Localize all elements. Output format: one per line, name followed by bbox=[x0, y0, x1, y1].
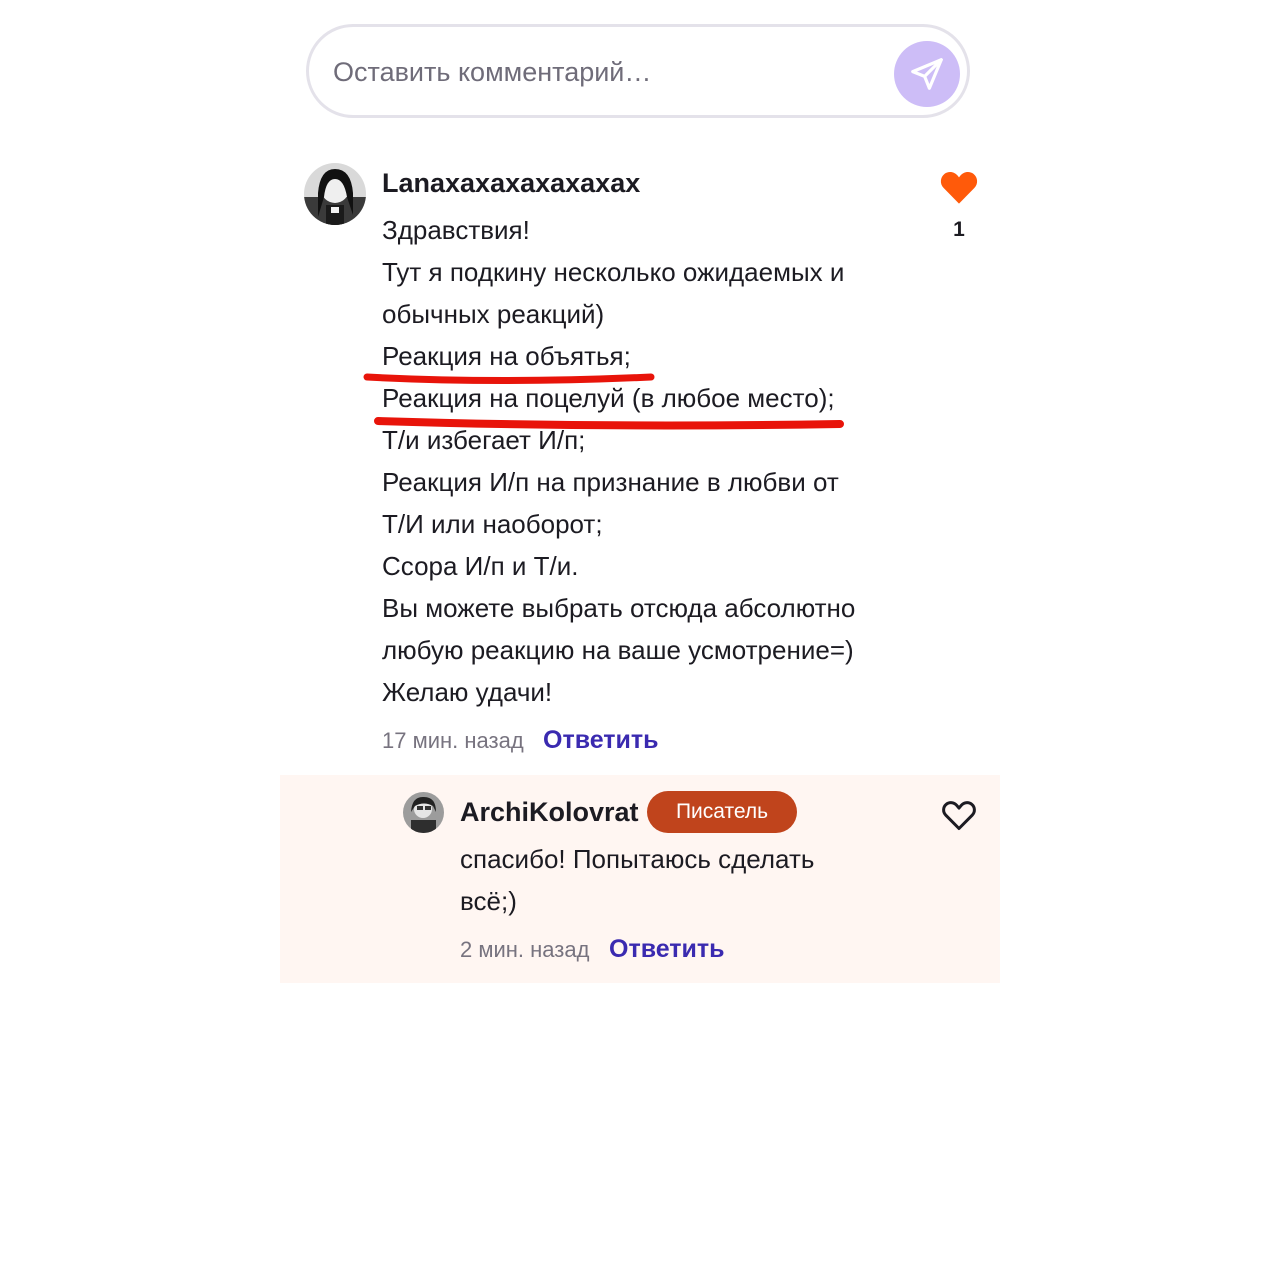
heart-outline-icon bbox=[942, 801, 976, 830]
send-paper-plane-icon bbox=[911, 58, 943, 90]
comment-line: Тут я подкину несколько ожидаемых и bbox=[382, 257, 845, 287]
like-button[interactable] bbox=[941, 798, 977, 832]
reply-line: спасибо! Попытаюсь сделать bbox=[460, 844, 815, 874]
comment-line: Реакция на объятья; bbox=[382, 341, 631, 371]
comment-line: Ссора И/п и Т/и. bbox=[382, 551, 579, 581]
reply-body: спасибо! Попытаюсь сделать всё;) bbox=[460, 838, 880, 922]
comment-line: Реакция И/п на признание в любви от bbox=[382, 467, 839, 497]
writer-badge: Писатель bbox=[647, 791, 797, 833]
like-button[interactable] bbox=[939, 168, 979, 206]
reply-username[interactable]: ArchiKolovrat bbox=[460, 797, 639, 828]
reply-button[interactable]: Ответить bbox=[543, 726, 659, 755]
comment-line: Желаю удачи! bbox=[382, 677, 553, 707]
reply-timestamp: 2 мин. назад bbox=[460, 937, 590, 962]
send-button[interactable] bbox=[894, 41, 960, 107]
comment-line: обычных реакций) bbox=[382, 299, 605, 329]
avatar-image bbox=[403, 792, 444, 833]
comment-line: Т/и избегает И/п; bbox=[382, 425, 586, 455]
comment-line: Здравствия! bbox=[382, 215, 530, 245]
comment-input-bar bbox=[306, 24, 970, 118]
comment-line: Реакция на поцелуй (в любое место); bbox=[382, 383, 835, 413]
comment-line: любую реакцию на ваше усмотрение=) bbox=[382, 635, 854, 665]
reply-button[interactable]: Ответить bbox=[609, 935, 725, 964]
heart-filled-icon bbox=[940, 171, 978, 204]
comment-input[interactable] bbox=[331, 49, 875, 95]
comment-body: Здравствия! Тут я подкину несколько ожид… bbox=[382, 209, 902, 713]
comment-timestamp: 17 мин. назад bbox=[382, 728, 524, 753]
avatar[interactable] bbox=[304, 163, 366, 225]
avatar-image bbox=[304, 163, 366, 225]
comment-line: Т/И или наоборот; bbox=[382, 509, 603, 539]
comment-line: Вы можете выбрать отсюда абсолютно bbox=[382, 593, 856, 623]
like-count: 1 bbox=[953, 218, 965, 241]
comment-username[interactable]: Lanaxaxaxaxaxaxax bbox=[382, 168, 640, 199]
avatar[interactable] bbox=[403, 792, 444, 833]
reply-line: всё;) bbox=[460, 886, 517, 916]
